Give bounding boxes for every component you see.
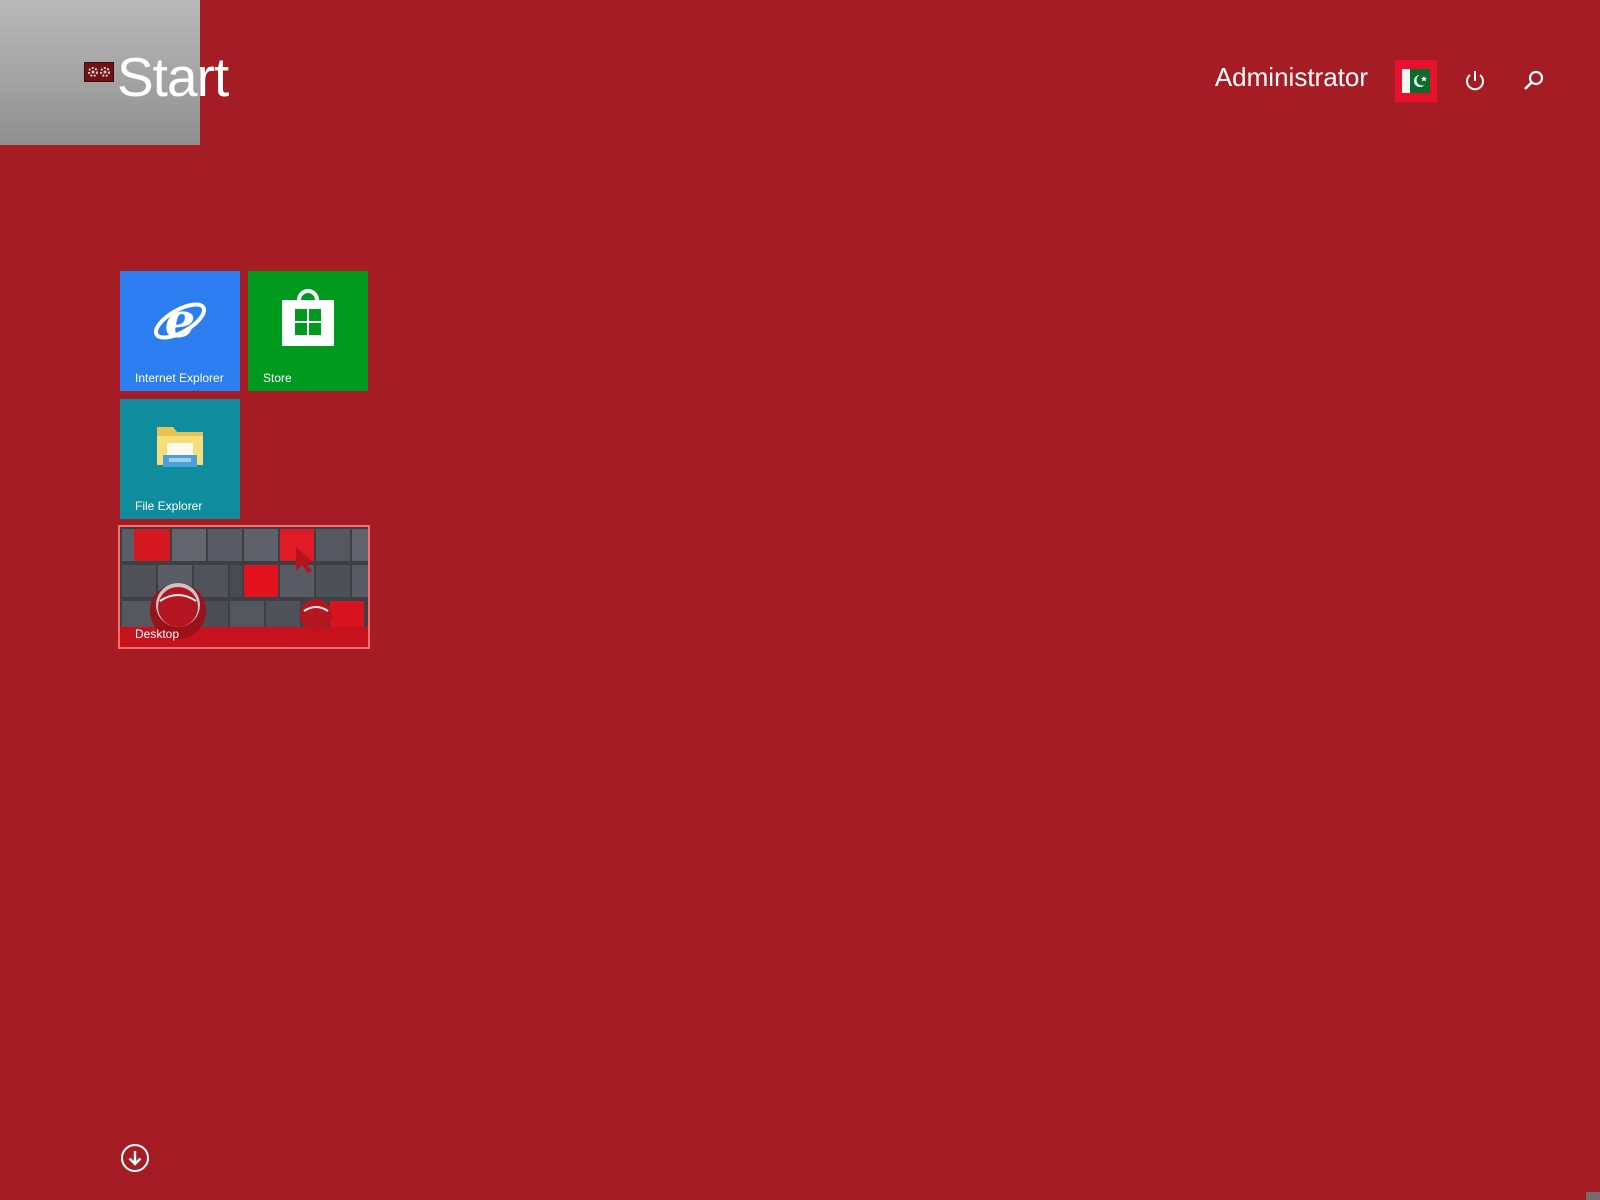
search-icon: [1524, 70, 1544, 90]
internet-explorer-icon: e: [153, 293, 207, 349]
power-button[interactable]: [1460, 66, 1490, 96]
corner-hot-spot[interactable]: [1586, 1192, 1600, 1200]
store-bag-icon: [282, 289, 334, 346]
user-name[interactable]: Administrator: [1215, 64, 1368, 90]
start-badge-icon: [84, 62, 114, 82]
tile-label: Store: [263, 371, 292, 385]
start-title: Start: [117, 46, 229, 108]
search-button[interactable]: [1519, 66, 1549, 96]
tile-label: Internet Explorer: [135, 371, 224, 385]
all-apps-button[interactable]: [120, 1143, 150, 1173]
tile-label: File Explorer: [135, 499, 203, 513]
tile-store[interactable]: Store: [248, 271, 368, 391]
user-avatar[interactable]: [1395, 60, 1437, 102]
power-icon: [1466, 71, 1484, 91]
down-arrow-circle-icon: [121, 1144, 149, 1172]
svg-text:e: e: [165, 293, 196, 349]
tile-label: Desktop: [135, 627, 180, 641]
tile-file-explorer[interactable]: File Explorer: [120, 399, 240, 519]
tile-internet-explorer[interactable]: e Internet Explorer: [120, 271, 240, 391]
folder-icon: [157, 427, 203, 467]
tile-desktop[interactable]: Desktop: [118, 525, 370, 649]
avatar-flag-icon: [1402, 69, 1430, 93]
